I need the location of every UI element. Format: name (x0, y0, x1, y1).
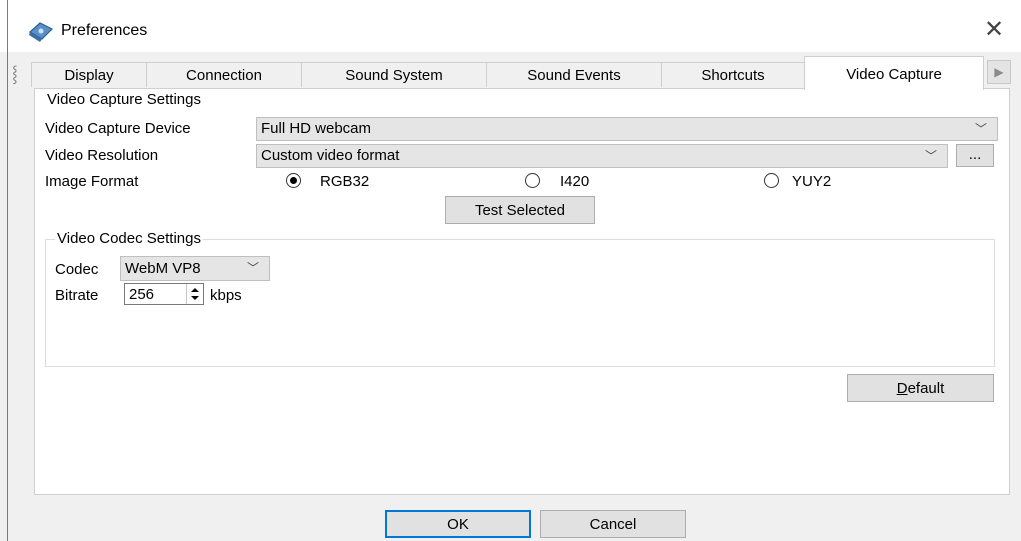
tab-sound-system[interactable]: Sound System (301, 62, 487, 87)
video-capture-device-label: Video Capture Device (45, 120, 191, 137)
app-icon (26, 20, 56, 44)
image-format-label: Image Format (45, 173, 139, 190)
window-title: Preferences (61, 22, 148, 39)
radio-rgb32-label: RGB32 (320, 173, 370, 190)
radio-selected-dot (290, 177, 297, 184)
radio-i420[interactable]: I420 (525, 171, 675, 191)
ok-button[interactable]: OK (385, 510, 531, 538)
chevron-down-icon: ﹀ (974, 122, 987, 136)
radio-yuy2-indicator[interactable] (764, 173, 779, 188)
video-capture-settings-title: Video Capture Settings (45, 91, 203, 108)
radio-rgb32[interactable]: RGB32 (286, 171, 436, 191)
video-resolution-more-button[interactable]: ... (956, 144, 994, 167)
default-button[interactable]: Default (847, 374, 994, 402)
tab-connection[interactable]: Connection (146, 62, 302, 87)
bitrate-spinbox[interactable]: 256 (124, 283, 204, 305)
spin-arrows-icon[interactable] (186, 284, 203, 304)
chevron-down-icon: ﹀ (246, 261, 259, 275)
codec-combo[interactable]: WebM VP8 ﹀ (120, 256, 270, 281)
codec-label: Codec (55, 261, 99, 278)
bitrate-unit: kbps (210, 287, 242, 304)
bitrate-label: Bitrate (55, 287, 99, 304)
video-resolution-combo[interactable]: Custom video format ﹀ (256, 144, 948, 168)
radio-rgb32-indicator[interactable] (286, 173, 301, 188)
tab-shortcuts[interactable]: Shortcuts (661, 62, 805, 87)
tab-scroll-left-edge: ⸾ (12, 66, 18, 83)
default-button-mnemonic: D (896, 380, 908, 397)
tab-scroll-right-icon[interactable]: ▶ (987, 60, 1011, 84)
radio-i420-indicator[interactable] (525, 173, 540, 188)
codec-value: WebM VP8 (125, 260, 201, 277)
video-resolution-value: Custom video format (261, 147, 400, 164)
video-capture-device-value: Full HD webcam (261, 120, 372, 137)
video-capture-device-combo[interactable]: Full HD webcam ﹀ (256, 117, 998, 141)
left-edge-divider (7, 0, 8, 541)
video-resolution-label: Video Resolution (45, 147, 159, 164)
title-bar (0, 0, 1021, 52)
cancel-button[interactable]: Cancel (540, 510, 686, 538)
radio-yuy2-label: YUY2 (792, 173, 832, 190)
chevron-down-icon: ﹀ (924, 149, 937, 163)
radio-yuy2[interactable]: YUY2 (764, 171, 914, 191)
bitrate-value: 256 (129, 286, 155, 303)
radio-i420-label: I420 (560, 173, 590, 190)
video-codec-settings-title: Video Codec Settings (55, 230, 203, 247)
tab-sound-events[interactable]: Sound Events (486, 62, 662, 87)
tab-display[interactable]: Display (31, 62, 147, 87)
test-selected-button[interactable]: Test Selected (445, 196, 595, 224)
tab-video-capture[interactable]: Video Capture (804, 56, 984, 90)
default-button-label: efault (907, 380, 945, 397)
close-icon[interactable]: ✕ (984, 15, 1004, 45)
